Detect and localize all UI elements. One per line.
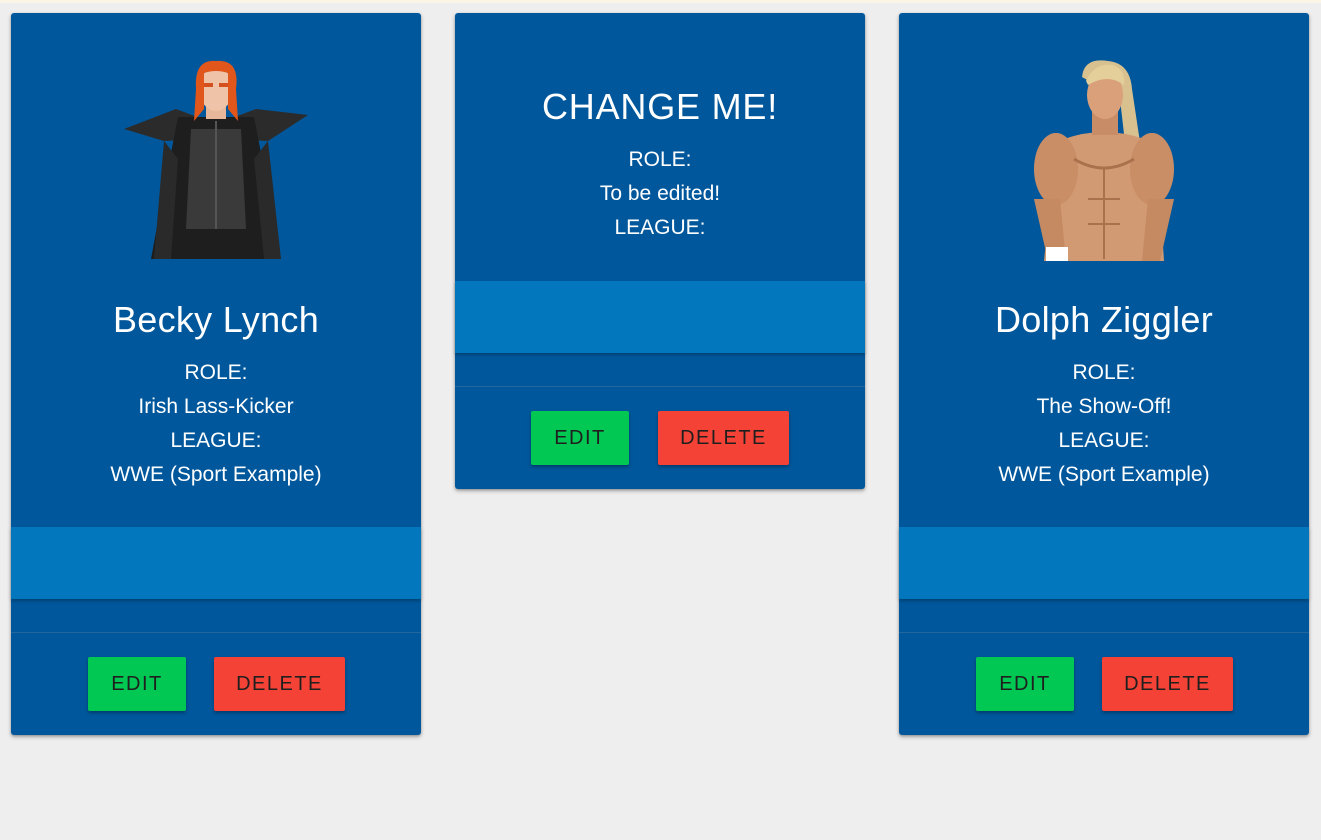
wrestler-portrait-image [124,60,308,259]
wrestler-card: Becky Lynch ROLE: Irish Lass-Kicker LEAG… [11,13,421,735]
wrestler-info: ROLE: To be edited! LEAGUE: [455,143,865,245]
league-value: WWE (Sport Example) [998,463,1210,486]
league-label: LEAGUE: [614,216,706,239]
wrestler-info: ROLE: The Show-Off! LEAGUE: WWE (Sport E… [899,356,1309,492]
wrestler-card: CHANGE ME! ROLE: To be edited! LEAGUE: E… [455,13,865,489]
role-label: ROLE: [1072,361,1136,384]
card-divider [11,632,421,633]
role-value: Irish Lass-Kicker [138,395,294,418]
card-color-band [899,527,1309,599]
role-label: ROLE: [628,148,692,171]
delete-button[interactable]: DELETE [658,411,789,465]
role-value: To be edited! [599,182,721,205]
delete-button[interactable]: DELETE [214,657,345,711]
wrestler-portrait-image [1034,60,1174,261]
wrestler-info: ROLE: Irish Lass-Kicker LEAGUE: WWE (Spo… [11,356,421,492]
wrestler-name: Becky Lynch [112,299,320,340]
card-color-band [455,281,865,353]
role-value: The Show-Off! [1036,395,1172,418]
card-divider [455,386,865,387]
delete-button[interactable]: DELETE [1102,657,1233,711]
league-label: LEAGUE: [170,429,262,452]
card-divider [899,632,1309,633]
top-accent-line [0,0,1321,3]
edit-button[interactable]: EDIT [88,657,186,711]
edit-button[interactable]: EDIT [976,657,1074,711]
league-label: LEAGUE: [1058,429,1150,452]
wrestler-name: Dolph Ziggler [994,299,1213,340]
card-color-band [11,527,421,599]
wrestler-name: CHANGE ME! [541,86,779,127]
edit-button[interactable]: EDIT [531,411,629,465]
wrestler-card: Dolph Ziggler ROLE: The Show-Off! LEAGUE… [899,13,1309,735]
league-value: WWE (Sport Example) [110,463,322,486]
role-label: ROLE: [184,361,248,384]
